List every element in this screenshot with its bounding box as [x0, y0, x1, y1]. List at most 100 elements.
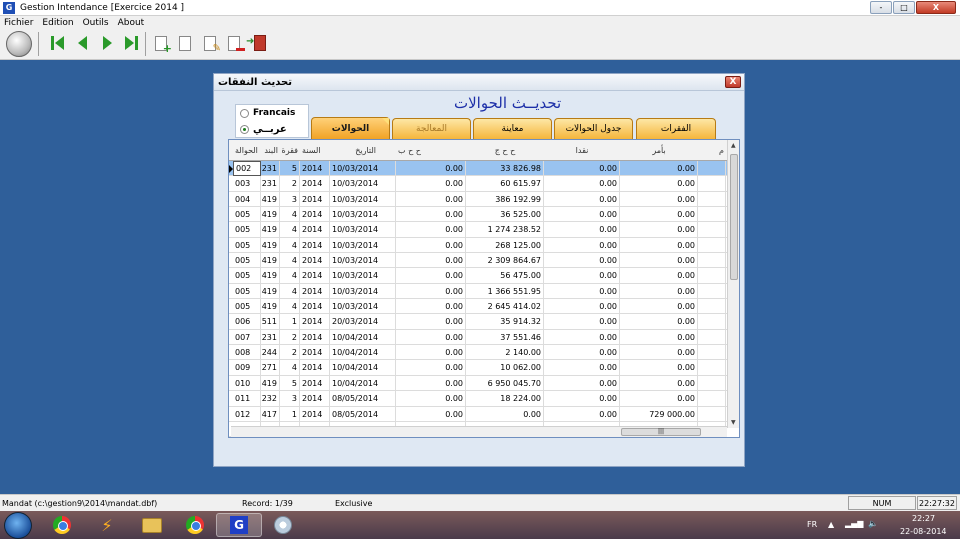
cell-hhb[interactable]: 0.00	[396, 329, 466, 345]
cell-cash[interactable]: 0.00	[544, 329, 620, 345]
cell-date[interactable]: 10/03/2014	[330, 268, 396, 284]
language-option-arabic[interactable]: عربــي	[240, 124, 287, 135]
cell-hhj[interactable]: 36 525.00	[466, 207, 544, 223]
cell-hhb[interactable]: 0.00	[396, 161, 466, 176]
column-header-hhb[interactable]: ح ح ب	[396, 140, 466, 161]
cell-band[interactable]: 419	[261, 222, 280, 238]
cell-order[interactable]: 0.00	[620, 207, 698, 223]
cell-hawala-no[interactable]: 006	[233, 314, 261, 330]
taskbar-gestion[interactable]: G	[216, 513, 262, 537]
cell-cash[interactable]: 0.00	[544, 391, 620, 407]
menu-outils[interactable]: Outils	[83, 18, 109, 28]
column-header-extra[interactable]: م	[698, 140, 726, 161]
cell-cash[interactable]: 0.00	[544, 345, 620, 361]
cell-hawala-no[interactable]: 003	[233, 176, 261, 192]
speaker-icon[interactable]: 🔈	[868, 519, 878, 528]
signal-icon[interactable]: ▂▄▆	[845, 519, 863, 528]
cell-band[interactable]: 419	[261, 268, 280, 284]
previous-record-button[interactable]	[71, 32, 93, 54]
cell-hhb[interactable]: 0.00	[396, 253, 466, 269]
cell-order[interactable]: 0.00	[620, 268, 698, 284]
cell-extra[interactable]	[698, 222, 726, 238]
cell-date[interactable]: 20/03/2014	[330, 314, 396, 330]
cell-hhb[interactable]: 0.00	[396, 176, 466, 192]
cell-order[interactable]: 0.00	[620, 329, 698, 345]
cell-extra[interactable]	[698, 191, 726, 207]
cell-hawala-no[interactable]: 010	[233, 375, 261, 391]
cell-hawala-no[interactable]: 005	[233, 283, 261, 299]
column-header-order[interactable]: بأمر	[620, 140, 698, 161]
table-row[interactable]: 002 231 5 2014 10/03/2014 0.00 33 826.98 0.00 0.…	[229, 161, 727, 177]
taskbar-app-lightning[interactable]: ⚡	[84, 513, 130, 537]
cell-hawala-no[interactable]: 007	[233, 329, 261, 345]
cell-year[interactable]: 2014	[300, 345, 330, 361]
cell-band[interactable]: 232	[261, 391, 280, 407]
cell-band[interactable]: 419	[261, 207, 280, 223]
grid-horizontal-scrollbar[interactable]: |||	[231, 426, 727, 437]
cell-extra[interactable]	[698, 268, 726, 284]
grid-vertical-scrollbar[interactable]: ▲ ▼	[727, 140, 739, 428]
cell-paragraph[interactable]: 4	[280, 207, 300, 223]
maximize-button[interactable]: □	[893, 1, 915, 14]
cell-band[interactable]: 244	[261, 345, 280, 361]
cell-year[interactable]: 2014	[300, 237, 330, 253]
cell-band[interactable]: 271	[261, 360, 280, 376]
table-row[interactable]: 009 271 4 2014 10/04/2014 0.00 10 062.00 0.00 0.…	[229, 360, 727, 376]
cell-date[interactable]: 10/03/2014	[330, 207, 396, 223]
cell-order[interactable]: 0.00	[620, 360, 698, 376]
tray-arrow-icon[interactable]: ▲	[828, 520, 834, 529]
cell-extra[interactable]	[698, 314, 726, 330]
cell-order[interactable]: 0.00	[620, 299, 698, 315]
cell-paragraph[interactable]: 5	[280, 161, 300, 176]
cell-paragraph[interactable]: 2	[280, 345, 300, 361]
first-record-button[interactable]	[46, 32, 68, 54]
cell-paragraph[interactable]: 5	[280, 375, 300, 391]
taskbar-paint[interactable]	[260, 513, 306, 537]
cell-hhb[interactable]: 0.00	[396, 391, 466, 407]
cell-date[interactable]: 10/03/2014	[330, 253, 396, 269]
cell-year[interactable]: 2014	[300, 329, 330, 345]
cell-order[interactable]: 0.00	[620, 283, 698, 299]
cell-date[interactable]: 08/05/2014	[330, 406, 396, 422]
cell-date[interactable]: 10/03/2014	[330, 176, 396, 192]
cell-order[interactable]: 0.00	[620, 191, 698, 207]
cell-hhb[interactable]: 0.00	[396, 283, 466, 299]
cell-hhb[interactable]: 0.00	[396, 299, 466, 315]
close-button[interactable]: X	[916, 1, 956, 14]
column-header-hawala-no[interactable]: رقم الحوالة	[233, 140, 261, 161]
add-record-button[interactable]	[150, 32, 172, 55]
cell-order[interactable]: 729 000.00	[620, 406, 698, 422]
cell-paragraph[interactable]: 4	[280, 299, 300, 315]
cell-hhb[interactable]: 0.00	[396, 237, 466, 253]
language-option-francais[interactable]: Francais	[240, 108, 295, 118]
column-header-hhj[interactable]: ح ح ج	[466, 140, 544, 161]
cell-hhb[interactable]: 0.00	[396, 268, 466, 284]
table-row[interactable]: 005 419 4 2014 10/03/2014 0.00 1 274 238.52 0.0…	[229, 222, 727, 238]
cell-hhj[interactable]: 1 274 238.52	[466, 222, 544, 238]
cell-band[interactable]: 419	[261, 237, 280, 253]
cell-year[interactable]: 2014	[300, 161, 330, 176]
cell-year[interactable]: 2014	[300, 391, 330, 407]
column-header-paragraph[interactable]: فقرة	[280, 140, 300, 161]
cell-cash[interactable]: 0.00	[544, 207, 620, 223]
cell-hhj[interactable]: 33 826.98	[466, 161, 544, 176]
cell-date[interactable]: 10/04/2014	[330, 329, 396, 345]
table-row[interactable]: 010 419 5 2014 10/04/2014 0.00 6 950 045.70 0.0…	[229, 375, 727, 392]
cell-cash[interactable]: 0.00	[544, 360, 620, 376]
cell-order[interactable]: 0.00	[620, 176, 698, 192]
column-header-band[interactable]: البند	[261, 140, 280, 161]
cell-paragraph[interactable]: 4	[280, 253, 300, 269]
cell-extra[interactable]	[698, 360, 726, 376]
cell-extra[interactable]	[698, 253, 726, 269]
cell-hhb[interactable]: 0.00	[396, 191, 466, 207]
cell-extra[interactable]	[698, 283, 726, 299]
horizontal-scroll-thumb[interactable]: |||	[621, 428, 701, 436]
table-row[interactable]: 008 244 2 2014 10/04/2014 0.00 2 140.00 0.00 0.0…	[229, 345, 727, 361]
cell-extra[interactable]	[698, 176, 726, 192]
copy-record-button[interactable]	[174, 32, 196, 54]
cell-hhb[interactable]: 0.00	[396, 360, 466, 376]
cell-hhj[interactable]: 35 914.32	[466, 314, 544, 330]
cell-order[interactable]: 0.00	[620, 314, 698, 330]
column-header-year[interactable]: السنة	[300, 140, 330, 161]
cell-cash[interactable]: 0.00	[544, 237, 620, 253]
